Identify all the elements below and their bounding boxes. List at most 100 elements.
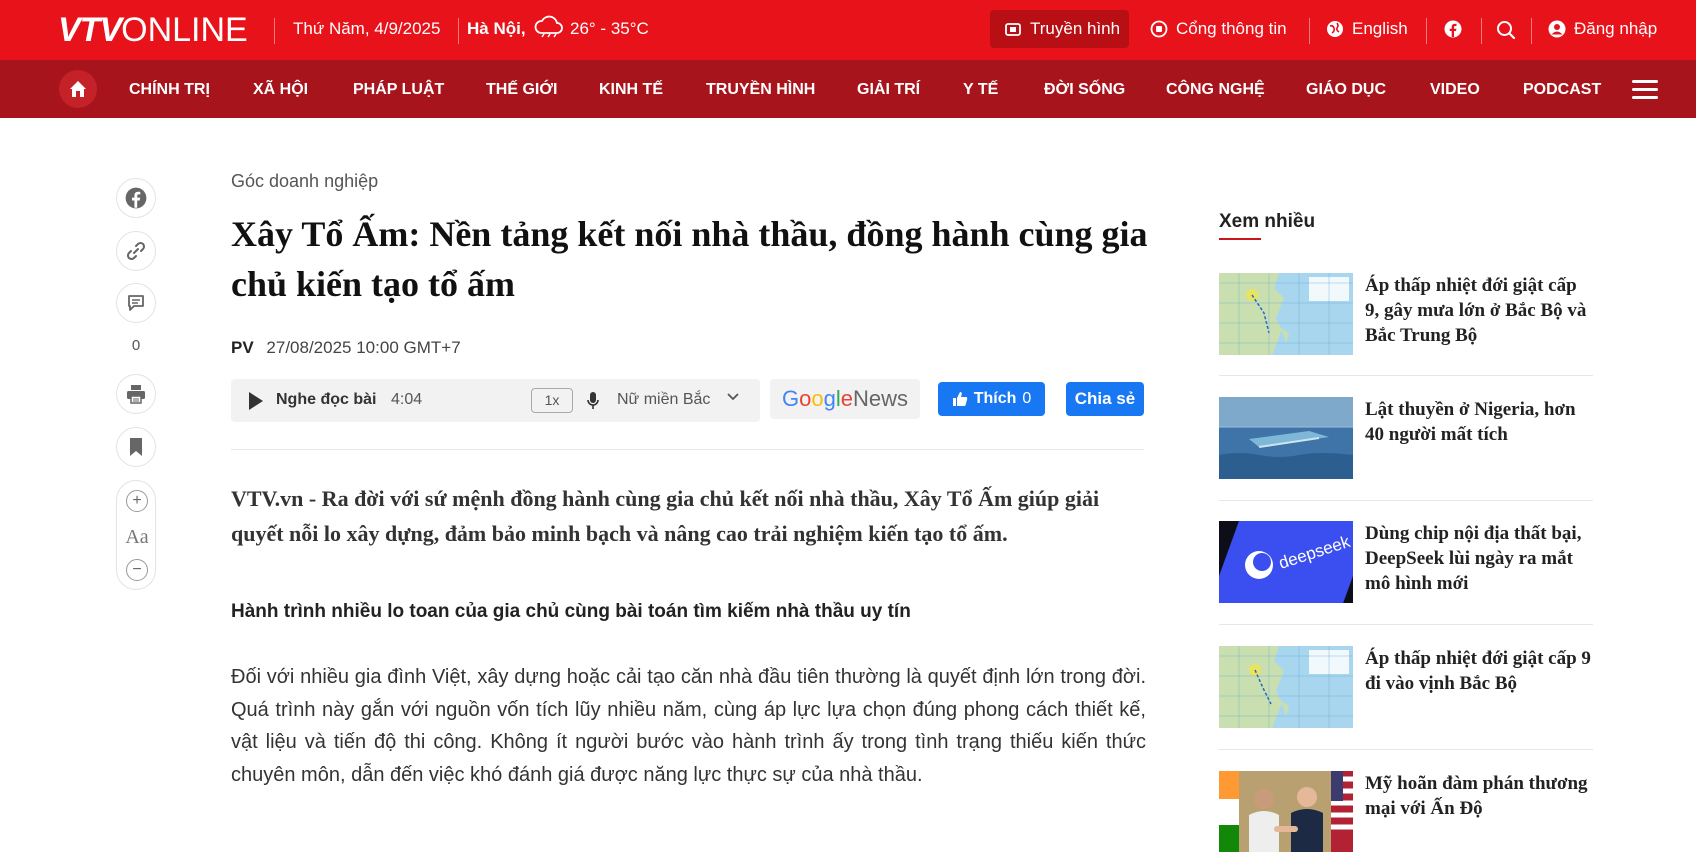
login-link[interactable]: Đăng nhập bbox=[1548, 19, 1657, 39]
login-label: Đăng nhập bbox=[1574, 19, 1658, 38]
nav-chinh-tri[interactable]: CHÍNH TRỊ bbox=[129, 81, 210, 99]
article-datetime: 27/08/2025 10:00 GMT+7 bbox=[266, 338, 461, 357]
divider bbox=[1481, 18, 1482, 44]
voice-selector[interactable]: Nữ miền Bắc bbox=[617, 391, 710, 409]
nav-the-gioi[interactable]: THẾ GIỚI bbox=[486, 81, 557, 99]
article-sapo: VTV.vn - Ra đời với sứ mệnh đồng hành cù… bbox=[231, 486, 1100, 546]
language-link[interactable]: English bbox=[1326, 19, 1408, 39]
printer-icon bbox=[127, 385, 145, 404]
portal-link[interactable]: Cổng thông tin bbox=[1150, 19, 1287, 39]
facebook-icon[interactable] bbox=[1444, 20, 1462, 38]
divider bbox=[1219, 749, 1593, 750]
nav-video[interactable]: VIDEO bbox=[1430, 81, 1480, 99]
divider bbox=[1219, 624, 1593, 625]
most-viewed-item[interactable]: Áp thấp nhiệt đới giật cấp 9 đi vào vịnh… bbox=[1219, 646, 1593, 756]
divider bbox=[1309, 18, 1310, 44]
nav-xa-hoi[interactable]: XÃ HỘI bbox=[253, 81, 308, 99]
weather-map-thumbnail bbox=[1219, 273, 1353, 355]
most-viewed-item[interactable]: Áp thấp nhiệt đới giật cấp 9, gây mưa lớ… bbox=[1219, 273, 1593, 383]
tv-label: Truyền hình bbox=[1030, 19, 1121, 38]
most-viewed-item[interactable]: Mỹ hoãn đàm phán thương mại với Ấn Độ bbox=[1219, 771, 1593, 852]
google-news-button[interactable]: Google News bbox=[770, 379, 920, 419]
tv-button[interactable]: Truyền hình bbox=[990, 10, 1129, 48]
logo-vtv: VTV bbox=[58, 10, 122, 49]
nav-podcast[interactable]: PODCAST bbox=[1523, 81, 1601, 99]
most-viewed-item-title[interactable]: Áp thấp nhiệt đới giật cấp 9, gây mưa lớ… bbox=[1365, 273, 1593, 348]
most-viewed-item-title[interactable]: Lật thuyền ở Nigeria, hơn 40 người mất t… bbox=[1365, 397, 1593, 447]
main-nav: CHÍNH TRỊ XÃ HỘI PHÁP LUẬT THẾ GIỚI KINH… bbox=[0, 60, 1696, 118]
like-count: 0 bbox=[1022, 390, 1032, 407]
facebook-icon bbox=[125, 187, 147, 209]
home-button[interactable] bbox=[59, 70, 97, 108]
vtv-online-logo[interactable]: VTV ONLINE bbox=[58, 10, 248, 50]
copy-link-button[interactable] bbox=[116, 231, 156, 271]
comment-icon bbox=[128, 295, 144, 311]
gnews-o1: o bbox=[799, 386, 812, 411]
facebook-share-button[interactable]: Chia sẻ bbox=[1066, 382, 1144, 416]
title-underline bbox=[1219, 238, 1261, 240]
most-viewed-title: Xem nhiều bbox=[1219, 211, 1316, 232]
print-button[interactable] bbox=[116, 374, 156, 414]
like-label: Thích bbox=[973, 390, 1017, 407]
handshake-thumbnail bbox=[1219, 771, 1353, 852]
article-subheading: Hành trình nhiều lo toan của gia chủ cùn… bbox=[231, 601, 911, 622]
cloud-icon bbox=[534, 15, 563, 38]
gnews-e: e bbox=[840, 386, 853, 411]
nav-truyen-hinh[interactable]: TRUYỀN HÌNH bbox=[706, 81, 815, 99]
comment-button[interactable] bbox=[116, 283, 156, 323]
weather-map-thumbnail bbox=[1219, 646, 1353, 728]
menu-icon[interactable] bbox=[1632, 80, 1658, 100]
nav-giai-tri[interactable]: GIẢI TRÍ bbox=[857, 81, 920, 99]
nav-doi-song[interactable]: ĐỜI SỐNG bbox=[1044, 81, 1125, 99]
current-date: Thứ Năm, 4/9/2025 bbox=[293, 19, 441, 38]
bookmark-button[interactable] bbox=[116, 427, 156, 467]
divider bbox=[231, 449, 1144, 450]
user-icon bbox=[1548, 20, 1566, 38]
audio-label: Nghe đọc bài bbox=[276, 391, 377, 408]
most-viewed-item[interactable]: deepseek Dùng chip nội địa thất bại, Dee… bbox=[1219, 521, 1593, 631]
nav-y-te[interactable]: Y TẾ bbox=[963, 81, 998, 99]
most-viewed-item-title[interactable]: Dùng chip nội địa thất bại, DeepSeek lùi… bbox=[1365, 521, 1593, 596]
font-decrease-button[interactable]: − bbox=[126, 559, 148, 581]
divider bbox=[1531, 18, 1532, 44]
article-paragraph: Đối với nhiều gia đình Việt, xây dựng ho… bbox=[231, 666, 1146, 786]
divider bbox=[1426, 18, 1427, 44]
article-author: PV bbox=[231, 338, 254, 357]
divider bbox=[458, 18, 459, 44]
nav-cong-nghe[interactable]: CÔNG NGHỆ bbox=[1166, 81, 1265, 99]
chevron-down-icon[interactable] bbox=[726, 390, 740, 404]
nav-phap-luat[interactable]: PHÁP LUẬT bbox=[353, 81, 444, 99]
play-icon[interactable] bbox=[249, 392, 263, 410]
most-viewed-item[interactable]: Lật thuyền ở Nigeria, hơn 40 người mất t… bbox=[1219, 397, 1593, 507]
nav-giao-duc[interactable]: GIÁO DỤC bbox=[1306, 81, 1386, 99]
most-viewed-item-title[interactable]: Áp thấp nhiệt đới giật cấp 9 đi vào vịnh… bbox=[1365, 646, 1593, 696]
audio-player: Nghe đọc bài 4:04 1x Nữ miền Bắc bbox=[231, 379, 760, 422]
share-facebook-button[interactable] bbox=[116, 178, 156, 218]
logo-online: ONLINE bbox=[121, 10, 248, 49]
weather-temperature: 26° - 35°C bbox=[570, 19, 649, 38]
language-label: English bbox=[1352, 19, 1408, 38]
deepseek-thumbnail: deepseek bbox=[1219, 521, 1353, 603]
gnews-g: G bbox=[781, 386, 800, 411]
search-icon[interactable] bbox=[1496, 20, 1516, 40]
comment-count: 0 bbox=[131, 337, 141, 354]
thumbs-up-icon bbox=[952, 392, 967, 406]
gnews-o2: o bbox=[811, 386, 824, 411]
playback-speed-button[interactable]: 1x bbox=[531, 388, 573, 413]
breadcrumb[interactable]: Góc doanh nghiệp bbox=[231, 171, 378, 192]
link-icon bbox=[126, 241, 146, 261]
most-viewed-item-title[interactable]: Mỹ hoãn đàm phán thương mại với Ấn Độ bbox=[1365, 771, 1593, 821]
tv-icon bbox=[1005, 23, 1021, 36]
top-bar: VTV ONLINE Thứ Năm, 4/9/2025 Hà Nội, 26° … bbox=[0, 0, 1696, 60]
weather-city: Hà Nội, bbox=[467, 19, 526, 38]
nav-kinh-te[interactable]: KINH TẾ bbox=[599, 81, 663, 99]
microphone-icon bbox=[587, 392, 599, 409]
font-increase-button[interactable]: + bbox=[126, 490, 148, 512]
divider bbox=[1219, 375, 1593, 376]
facebook-like-button[interactable]: Thích 0 bbox=[938, 382, 1045, 416]
globe-icon bbox=[1327, 21, 1343, 37]
bookmark-icon bbox=[130, 438, 142, 456]
portal-icon bbox=[1150, 20, 1168, 38]
portal-label: Cổng thông tin bbox=[1176, 19, 1287, 38]
article-meta: PV 27/08/2025 10:00 GMT+7 bbox=[231, 338, 461, 358]
